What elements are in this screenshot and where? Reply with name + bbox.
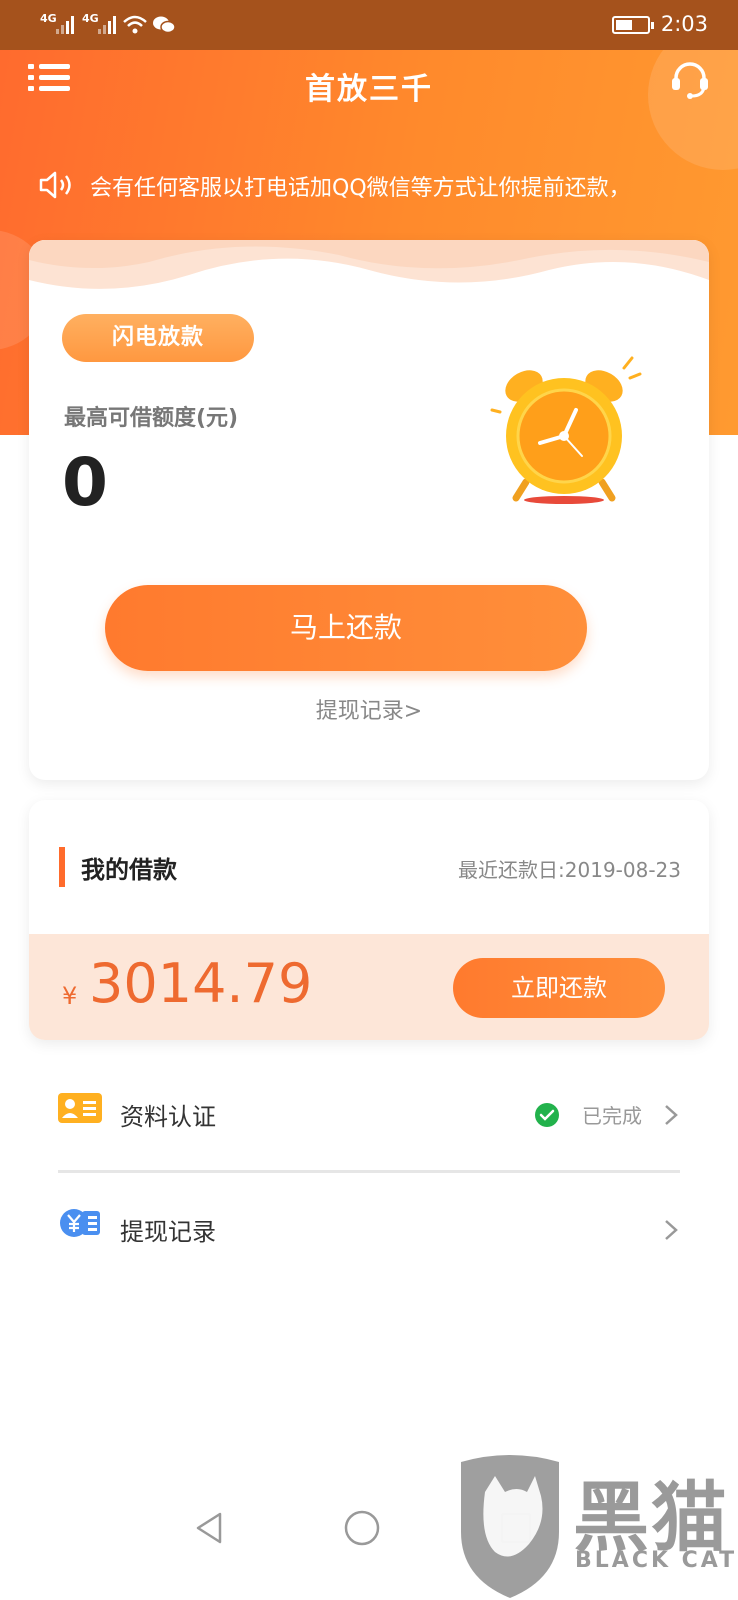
battery-icon bbox=[612, 16, 654, 34]
check-circle-icon bbox=[535, 1103, 559, 1127]
home-icon[interactable] bbox=[340, 1506, 384, 1550]
signal-icon bbox=[56, 16, 74, 34]
status-bar: 4G 4G 2:03 bbox=[0, 0, 738, 50]
sim2-label: 4G bbox=[82, 12, 99, 25]
wechat-icon bbox=[153, 16, 176, 34]
headset-icon[interactable] bbox=[668, 58, 712, 102]
flash-loan-badge: 闪电放款 bbox=[62, 314, 254, 362]
cat-shield-logo bbox=[461, 1455, 559, 1598]
back-icon[interactable] bbox=[188, 1506, 232, 1550]
my-loan-title: 我的借款 bbox=[81, 856, 177, 884]
clock-time: 2:03 bbox=[660, 12, 708, 36]
card-wave-decoration bbox=[29, 240, 709, 289]
list-item-withdraw-record[interactable]: 提现记录 bbox=[58, 1190, 680, 1270]
status-badge: 已完成 bbox=[582, 1104, 642, 1128]
repay-now-button[interactable]: 马上还款 bbox=[105, 585, 587, 671]
list-item-verification[interactable]: 资料认证 已完成 bbox=[58, 1075, 680, 1155]
sim1-label: 4G bbox=[40, 12, 57, 25]
loan-amount-strip: ¥ 3014.79 立即还款 bbox=[29, 934, 709, 1040]
limit-label: 最高可借额度(元) bbox=[64, 406, 239, 431]
app-toolbar: 首放三千 bbox=[0, 50, 738, 120]
my-loan-card: 我的借款 最近还款日:2019-08-23 ¥ 3014.79 立即还款 bbox=[29, 800, 709, 1040]
speaker-icon bbox=[39, 171, 71, 199]
id-card-icon bbox=[58, 1093, 102, 1123]
loan-amount: 3014.79 bbox=[89, 952, 313, 1015]
alarm-clock-illustration bbox=[490, 356, 642, 504]
black-cat-watermark: 黑猫 BLACK CAT bbox=[455, 1452, 738, 1600]
withdraw-record-link[interactable]: 提现记录> bbox=[29, 693, 709, 725]
currency-symbol: ¥ bbox=[62, 982, 78, 1010]
signal-icon bbox=[98, 16, 116, 34]
chevron-right-icon bbox=[665, 1220, 678, 1240]
loan-limit-card: 闪电放款 最高可借额度(元) 0 马上还款 提现记录> bbox=[29, 240, 709, 780]
wifi-icon bbox=[123, 15, 147, 34]
chevron-right-icon bbox=[665, 1105, 678, 1125]
notice-text: 会有任何客服以打电话加QQ微信等方式让你提前还款， bbox=[90, 176, 631, 201]
notice-bar: 会有任何客服以打电话加QQ微信等方式让你提前还款， bbox=[38, 168, 718, 202]
limit-value: 0 bbox=[62, 444, 108, 521]
list-item-label: 提现记录 bbox=[120, 1218, 216, 1246]
watermark-subtext: BLACK CAT bbox=[575, 1548, 738, 1573]
yuan-record-icon bbox=[60, 1209, 100, 1237]
list-divider bbox=[58, 1170, 680, 1173]
recent-repay-date: 最近还款日:2019-08-23 bbox=[458, 858, 681, 882]
section-accent-bar bbox=[59, 847, 65, 887]
list-item-label: 资料认证 bbox=[120, 1103, 216, 1131]
page-title: 首放三千 bbox=[305, 72, 433, 107]
repay-immediately-button[interactable]: 立即还款 bbox=[453, 958, 665, 1018]
